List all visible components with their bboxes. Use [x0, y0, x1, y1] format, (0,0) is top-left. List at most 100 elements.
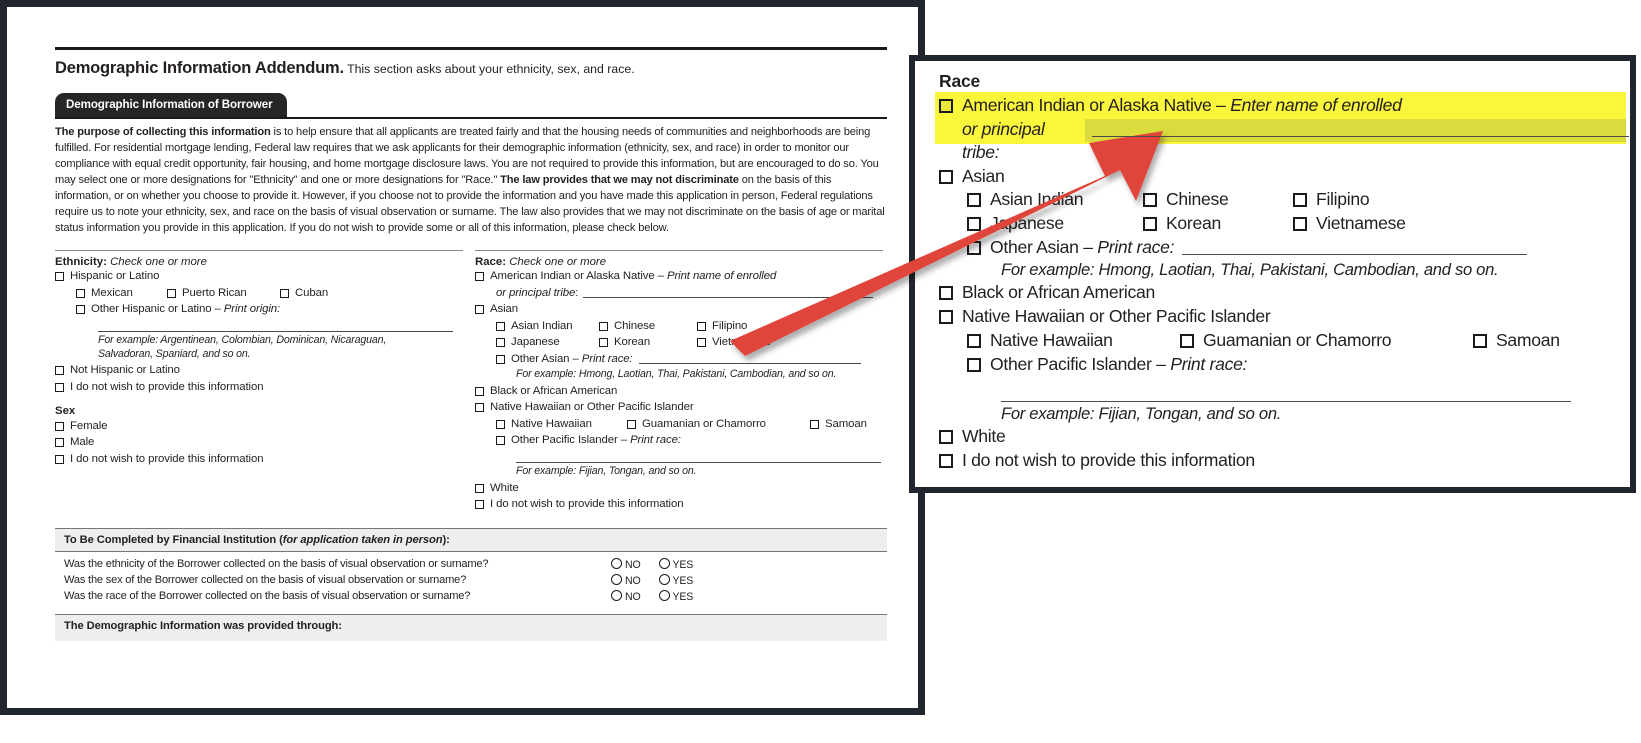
checkbox-icon[interactable]: [496, 338, 505, 348]
checkbox-icon[interactable]: [475, 305, 484, 315]
checkbox-label: Other Asian – Print race:: [511, 352, 633, 367]
checkbox-icon[interactable]: [697, 321, 706, 331]
checkbox-icon[interactable]: [1293, 217, 1307, 232]
checkbox-icon[interactable]: [55, 438, 64, 448]
radio-icon[interactable]: [611, 589, 622, 601]
checkbox-label: Chinese: [614, 319, 656, 332]
checkbox-icon[interactable]: [496, 321, 505, 331]
radio-icon[interactable]: [658, 573, 670, 585]
checkbox-icon[interactable]: [967, 333, 981, 348]
checkbox-row-other-hispanic[interactable]: Other Hispanic or Latino – Print origin:: [76, 302, 475, 317]
checkbox-icon[interactable]: [627, 419, 636, 429]
callout-checkbox-row-other-pi[interactable]: Other Pacific Islander – Print race:: [967, 353, 1629, 376]
checkbox-row-race-decline[interactable]: I do not wish to provide this informatio…: [475, 497, 895, 512]
checkbox-label: Samoan: [1496, 329, 1560, 350]
checkbox-icon[interactable]: [76, 305, 85, 315]
checkbox-icon[interactable]: [967, 217, 981, 232]
checkbox-icon[interactable]: [939, 454, 953, 469]
callout-aian-write-in-line[interactable]: [1091, 119, 1629, 137]
radio-icon[interactable]: [611, 573, 622, 585]
checkbox-label: Guamanian or Chamorro: [642, 417, 766, 430]
checkbox-icon[interactable]: [1180, 333, 1194, 348]
other-pi-write-in-line[interactable]: [516, 462, 881, 464]
checkbox-row-ethnicity-decline[interactable]: I do not wish to provide this informatio…: [55, 380, 475, 395]
checkbox-icon[interactable]: [939, 99, 953, 113]
checkbox-icon[interactable]: [599, 321, 608, 331]
checkbox-icon[interactable]: [496, 419, 505, 429]
radio-icon[interactable]: [658, 589, 670, 601]
callout-checkbox-row-nhopi[interactable]: Native Hawaiian or Other Pacific Islande…: [939, 305, 1629, 328]
radio-option-yes[interactable]: YES: [658, 557, 693, 571]
radio-label: NO: [625, 558, 641, 571]
callout-checkbox-row-other-asian[interactable]: Other Asian – Print race:: [967, 236, 1629, 259]
checkbox-icon[interactable]: [76, 288, 85, 298]
radio-icon[interactable]: [611, 557, 622, 569]
checkbox-icon[interactable]: [55, 382, 64, 392]
radio-option-no[interactable]: NO: [611, 573, 641, 587]
callout-other-asian-write-in-line[interactable]: [1182, 237, 1528, 256]
checkbox-icon[interactable]: [939, 309, 953, 324]
checkbox-icon[interactable]: [810, 419, 819, 429]
checkbox-icon[interactable]: [475, 272, 484, 282]
checkbox-icon[interactable]: [599, 338, 608, 348]
checkbox-row-other-pacific-islander[interactable]: Other Pacific Islander – Print race:: [496, 433, 895, 448]
checkbox-icon[interactable]: [55, 454, 64, 464]
callout-checkbox-row-decline[interactable]: I do not wish to provide this informatio…: [939, 449, 1629, 472]
radio-option-yes[interactable]: YES: [658, 589, 693, 603]
checkbox-row-sex-decline[interactable]: I do not wish to provide this informatio…: [55, 452, 475, 467]
checkbox-icon[interactable]: [55, 421, 64, 431]
checkbox-icon[interactable]: [1143, 217, 1157, 232]
callout-checkbox-row-white[interactable]: White: [939, 425, 1629, 448]
checkbox-icon[interactable]: [167, 288, 176, 298]
checkbox-icon[interactable]: [475, 386, 484, 396]
checkbox-icon[interactable]: [475, 403, 484, 413]
checkbox-row-female[interactable]: Female: [55, 419, 475, 434]
other-asian-write-in-line[interactable]: [638, 352, 861, 364]
checkbox-icon[interactable]: [280, 288, 289, 298]
checkbox-icon[interactable]: [967, 357, 981, 372]
checkbox-label: American Indian or Alaska Native – Enter…: [962, 94, 1402, 117]
checkbox-icon[interactable]: [967, 241, 981, 256]
checkbox-icon[interactable]: [55, 272, 64, 282]
other-hispanic-label: Other Hispanic or Latino: [91, 303, 212, 316]
checkbox-icon[interactable]: [1473, 333, 1487, 348]
checkbox-icon[interactable]: [475, 500, 484, 510]
aian-write-in-line[interactable]: [583, 286, 874, 298]
checkbox-icon[interactable]: [697, 338, 706, 348]
checkbox-icon[interactable]: [475, 483, 484, 493]
radio-option-no[interactable]: NO: [611, 589, 641, 603]
checkbox-icon[interactable]: [967, 193, 981, 208]
radio-icon[interactable]: [658, 557, 670, 569]
checkbox-row-hispanic-or-latino[interactable]: Hispanic or Latino: [55, 269, 475, 284]
checkbox-row-white[interactable]: White: [475, 481, 895, 496]
checkbox-icon[interactable]: [55, 366, 64, 376]
checkbox-row-male[interactable]: Male: [55, 435, 475, 450]
checkbox-icon[interactable]: [496, 436, 505, 446]
checkbox-row-american-indian[interactable]: American Indian or Alaska Native – Print…: [475, 269, 895, 284]
callout-other-asian-hint: Print race:: [1097, 237, 1175, 258]
checkbox-icon[interactable]: [939, 286, 953, 301]
callout-checkbox-row-american-indian[interactable]: American Indian or Alaska Native – Enter…: [939, 94, 1629, 117]
checkbox-icon[interactable]: [1293, 193, 1307, 208]
aian-tribe-line-row[interactable]: or principal tribe:: [496, 286, 895, 301]
radio-option-yes[interactable]: YES: [658, 573, 693, 587]
other-hispanic-write-in-line[interactable]: [98, 331, 453, 333]
checkbox-label: Mexican: [91, 286, 133, 299]
race-top-rule: [475, 249, 883, 251]
callout-checkbox-row-black[interactable]: Black or African American: [939, 281, 1629, 304]
callout-checkbox-row-asian[interactable]: Asian: [939, 165, 1629, 188]
checkbox-row-not-hispanic[interactable]: Not Hispanic or Latino: [55, 363, 475, 378]
checkbox-icon[interactable]: [1143, 193, 1157, 208]
checkbox-row-black[interactable]: Black or African American: [475, 384, 895, 399]
callout-aian-tribe-row[interactable]: or principal tribe:: [962, 118, 1629, 164]
checkbox-row-other-asian[interactable]: Other Asian – Print race:: [496, 352, 895, 367]
checkbox-row-nhopi[interactable]: Native Hawaiian or Other Pacific Islande…: [475, 400, 895, 415]
checkbox-icon[interactable]: [496, 354, 505, 364]
checkbox-icon[interactable]: [939, 169, 953, 184]
question-text: Was the ethnicity of the Borrower collec…: [64, 558, 489, 571]
purpose-bold-2: The law provides that we may not discrim…: [500, 174, 739, 187]
callout-other-pi-write-in-line[interactable]: [1001, 401, 1571, 403]
radio-option-no[interactable]: NO: [611, 557, 641, 571]
checkbox-icon[interactable]: [939, 430, 953, 445]
checkbox-row-asian[interactable]: Asian: [475, 302, 895, 317]
